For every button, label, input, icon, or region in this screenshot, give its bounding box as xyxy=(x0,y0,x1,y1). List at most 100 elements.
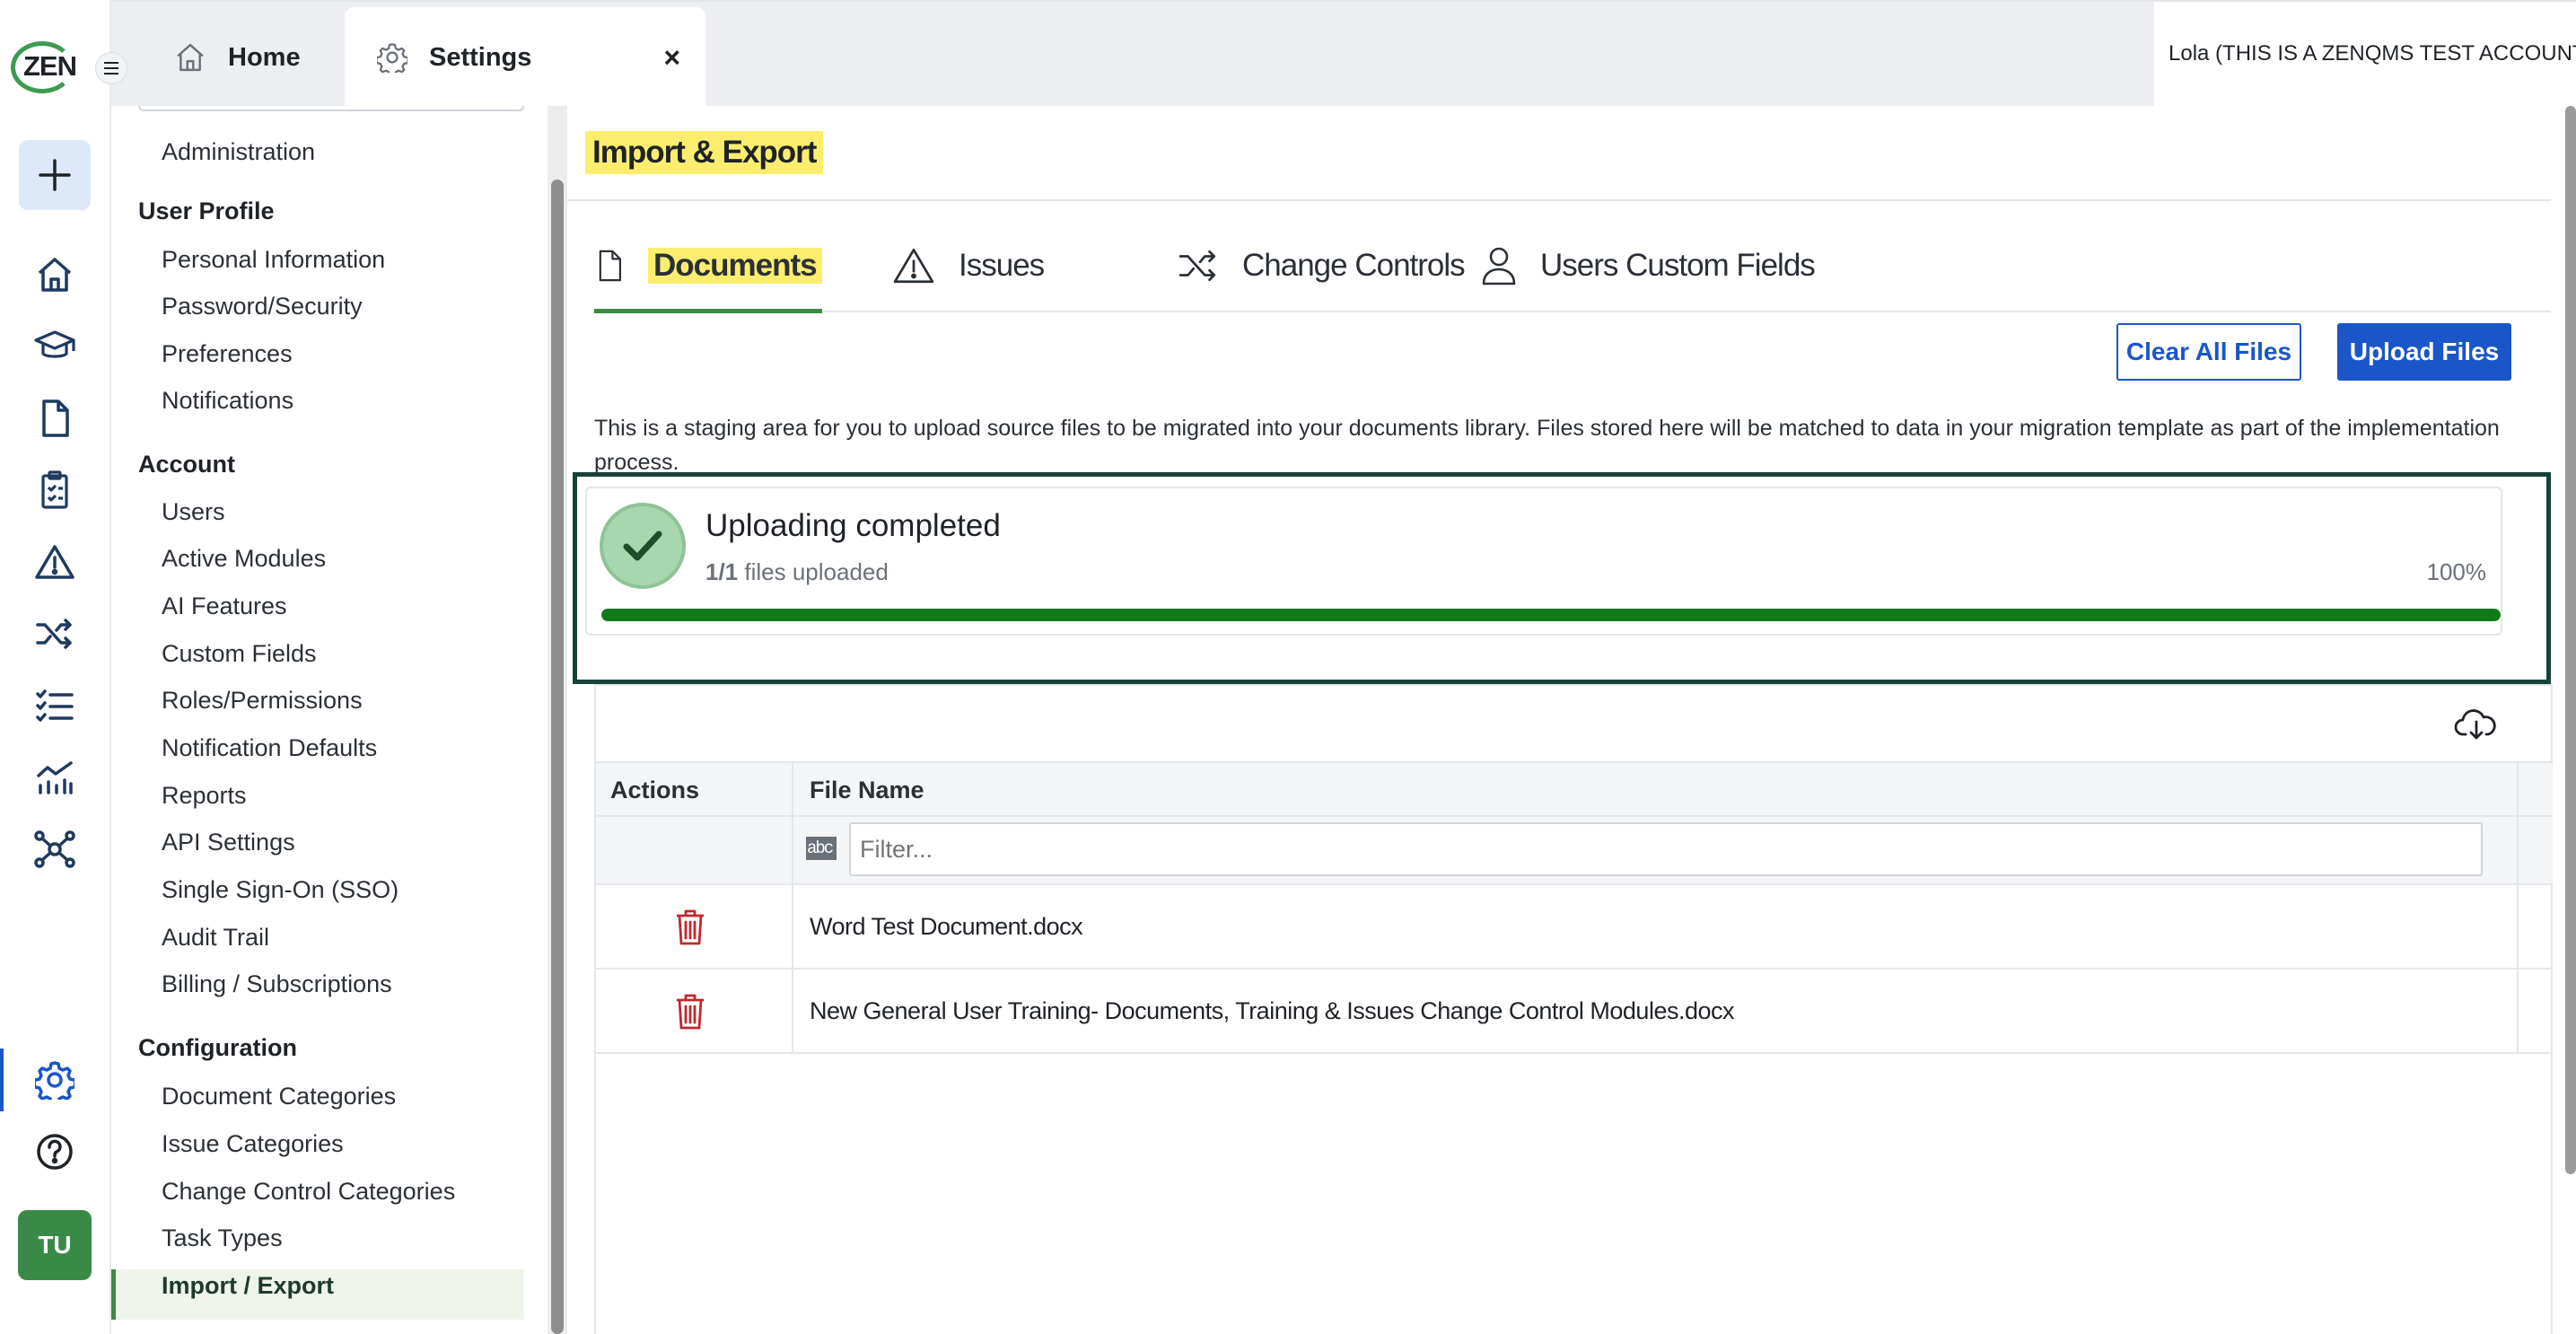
home-icon xyxy=(38,258,72,292)
user-icon xyxy=(1482,247,1516,285)
rail-documents[interactable] xyxy=(33,397,76,440)
sidebar-item-administration[interactable]: Administration xyxy=(162,138,315,166)
sidebar-item-notifications[interactable]: Notifications xyxy=(162,387,294,415)
gear-icon xyxy=(377,43,407,73)
success-badge xyxy=(600,503,686,589)
divider xyxy=(567,199,2551,201)
nav-group-user-profile: User Profile xyxy=(138,197,275,224)
hamburger-icon xyxy=(104,62,118,75)
tab-documents[interactable]: Documents xyxy=(594,241,822,291)
sidebar-item-active-modules[interactable]: Active Modules xyxy=(162,545,326,573)
sidebar-item-users[interactable]: Users xyxy=(162,498,225,526)
gear-icon xyxy=(35,1061,74,1100)
rail-help[interactable] xyxy=(33,1130,76,1173)
account-label[interactable]: Lola (THIS IS A ZENQMS TEST ACCOUNT) xyxy=(2154,2,2576,106)
shuffle-icon xyxy=(1178,250,1216,282)
sidebar-item-preferences[interactable]: Preferences xyxy=(162,340,293,368)
sidebar-item-document-categories[interactable]: Document Categories xyxy=(162,1083,396,1110)
rail-issues[interactable] xyxy=(33,540,76,584)
rail-home[interactable] xyxy=(33,253,76,296)
clear-all-files-button[interactable]: Clear All Files xyxy=(2116,323,2301,381)
settings-nav: Administration User Profile Personal Infor… xyxy=(111,106,548,1334)
sidebar-item-api-settings[interactable]: API Settings xyxy=(162,829,295,856)
upload-count-value: 1/1 xyxy=(705,558,739,585)
column-header-file-name[interactable]: File Name xyxy=(810,763,924,817)
avatar[interactable]: TU xyxy=(18,1210,92,1280)
sidebar-item-notification-defaults[interactable]: Notification Defaults xyxy=(162,734,377,762)
rail-task-list[interactable] xyxy=(33,684,76,727)
active-tab-underline xyxy=(594,309,822,313)
warning-icon xyxy=(35,545,74,579)
document-icon xyxy=(42,399,69,437)
table-header: Actions File Name xyxy=(596,761,2553,817)
tab-bar: Home Settings × Lola (THIS IS A ZENQMS T… xyxy=(111,0,2576,108)
nav-group-configuration: Configuration xyxy=(138,1034,297,1061)
rail-training[interactable] xyxy=(33,325,76,368)
download-button[interactable] xyxy=(2454,706,2499,742)
sidebar-item-roles-permissions[interactable]: Roles/Permissions xyxy=(162,687,363,715)
nav-scrollbar-thumb[interactable] xyxy=(551,180,564,1334)
rail-network[interactable] xyxy=(33,828,76,871)
rail-settings[interactable] xyxy=(33,1058,76,1101)
nav-group-account: Account xyxy=(138,451,235,478)
description-text: This is a staging area for you to upload… xyxy=(594,416,2500,474)
sidebar-item-single-sign-on-sso[interactable]: Single Sign-On (SSO) xyxy=(162,876,399,904)
column-header-actions[interactable]: Actions xyxy=(610,763,699,817)
sidebar-item-personal-information[interactable]: Personal Information xyxy=(162,246,385,274)
delete-file-button[interactable] xyxy=(675,908,705,946)
icon-rail: ZEN TU xyxy=(0,0,111,1334)
task-list-icon xyxy=(36,689,74,722)
upload-progress-bar xyxy=(601,609,2501,621)
training-icon xyxy=(34,330,75,358)
sidebar-item-change-control-categories[interactable]: Change Control Categories xyxy=(162,1178,455,1206)
analytics-icon xyxy=(37,761,73,794)
file-name-cell: Word Test Document.docx xyxy=(810,912,1083,940)
file-name-cell: New General User Training- Documents, Tr… xyxy=(810,996,1735,1024)
warning-icon xyxy=(893,248,934,284)
sidebar-item-task-types[interactable]: Task Types xyxy=(162,1224,283,1252)
rail-change-controls[interactable] xyxy=(33,612,76,655)
upload-files-button[interactable]: Upload Files xyxy=(2337,323,2511,381)
upload-status-card: Uploading completed 1/1 files uploaded 1… xyxy=(585,487,2502,636)
rail-analytics[interactable] xyxy=(33,756,76,799)
sidebar-item-billing-subscriptions[interactable]: Billing / Subscriptions xyxy=(162,970,392,998)
sidebar-item-ai-features[interactable]: AI Features xyxy=(162,592,287,620)
sidebar-item-reports[interactable]: Reports xyxy=(162,782,247,810)
tab-users-custom-fields[interactable]: Users Custom Fields xyxy=(1481,241,1816,291)
upload-file-count: 1/1 files uploaded xyxy=(705,558,889,586)
sidebar-item-password-security[interactable]: Password/Security xyxy=(162,293,363,320)
nav-search-box[interactable] xyxy=(138,106,524,111)
trash-icon xyxy=(677,909,704,945)
table-row: Word Test Document.docx xyxy=(596,885,2553,970)
rail-tasks[interactable] xyxy=(33,469,76,512)
plus-icon xyxy=(39,159,71,191)
main-scrollbar-thumb[interactable] xyxy=(2565,106,2576,1174)
sidebar-item-import-export[interactable]: Import / Export xyxy=(162,1272,334,1300)
column-divider xyxy=(2517,761,2519,1054)
sidebar-toggle-button[interactable] xyxy=(95,52,127,84)
help-icon xyxy=(37,1134,73,1170)
text-filter-icon: abc xyxy=(806,837,837,860)
tab-documents-label: Documents xyxy=(648,248,822,284)
sidebar-item-audit-trail[interactable]: Audit Trail xyxy=(162,924,269,952)
upload-status-title: Uploading completed xyxy=(705,508,1001,543)
page-title: Import & Export xyxy=(585,131,824,174)
tab-issues-label: Issues xyxy=(959,248,1045,283)
document-icon xyxy=(599,250,622,282)
tab-settings[interactable]: Settings × xyxy=(345,7,705,108)
network-icon xyxy=(34,830,75,868)
delete-file-button[interactable] xyxy=(675,993,705,1031)
tab-change-controls[interactable]: Change Controls xyxy=(1178,241,1466,291)
create-new-button[interactable] xyxy=(19,140,91,210)
logo-text: ZEN xyxy=(23,50,77,82)
files-table: Actions File Name abc Word Test Document… xyxy=(594,684,2553,1334)
trash-icon xyxy=(677,994,704,1030)
tab-home-label: Home xyxy=(228,42,301,72)
tabs-divider xyxy=(594,311,2551,312)
file-name-filter-input[interactable] xyxy=(849,822,2483,876)
tab-issues[interactable]: Issues xyxy=(892,241,1045,291)
rail-active-indicator xyxy=(0,1049,4,1111)
sidebar-item-issue-categories[interactable]: Issue Categories xyxy=(162,1130,344,1158)
sidebar-item-custom-fields[interactable]: Custom Fields xyxy=(162,640,317,668)
close-tab-button[interactable]: × xyxy=(663,41,680,75)
